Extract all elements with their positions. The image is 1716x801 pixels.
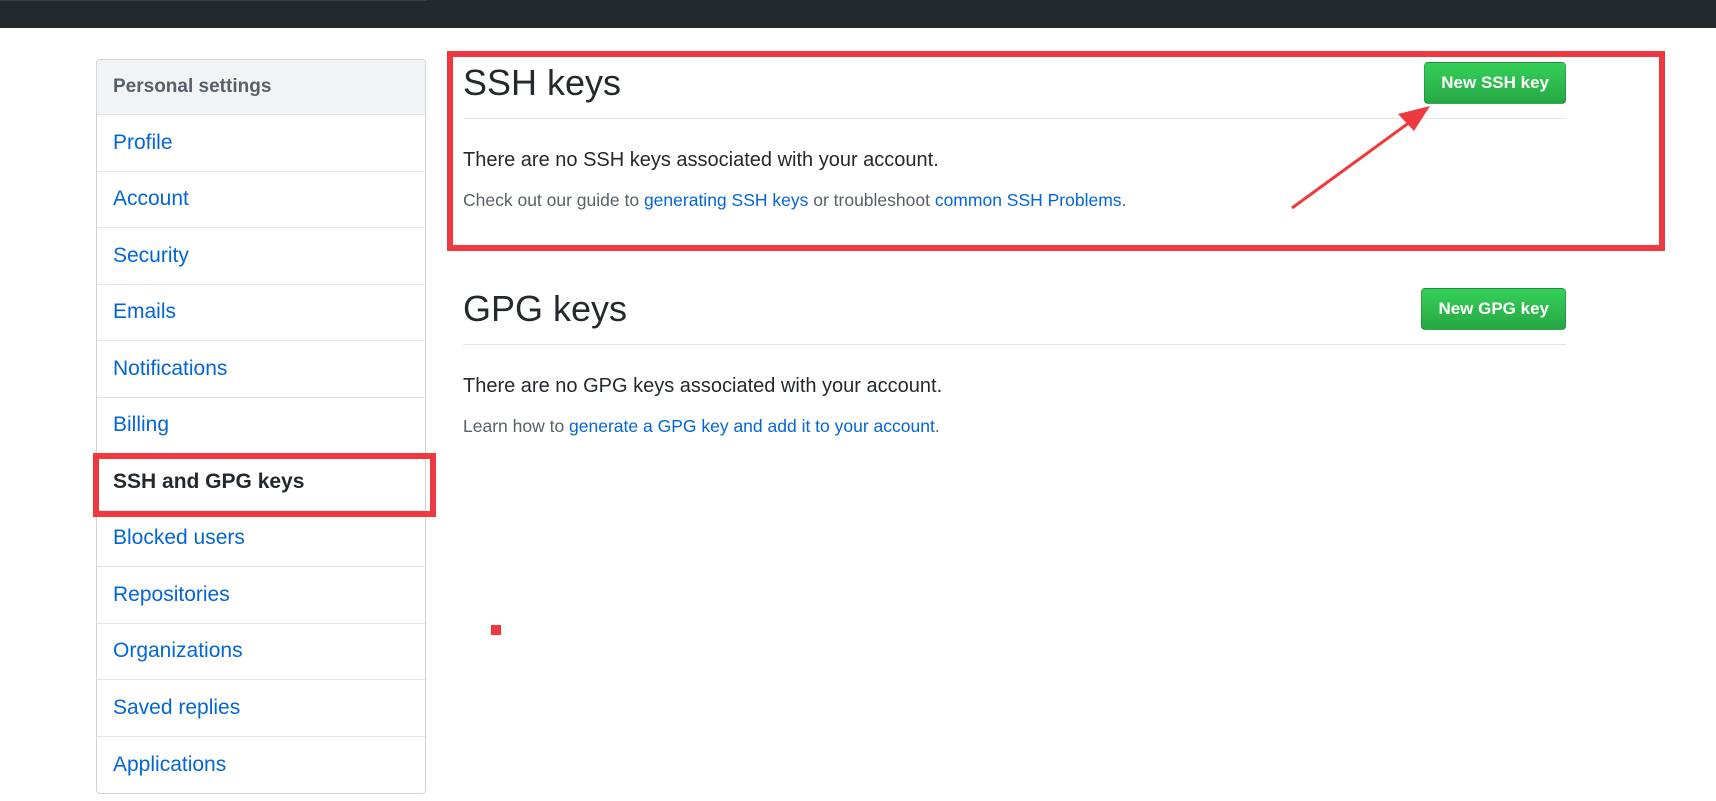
gpg-help-prefix: Learn how to bbox=[463, 416, 570, 436]
ssh-keys-blank-message: There are no SSH keys associated with yo… bbox=[463, 149, 939, 171]
gpg-help-suffix: . bbox=[934, 416, 940, 436]
gpg-keys-blank-message: There are no GPG keys associated with yo… bbox=[463, 375, 943, 397]
sidebar-item-applications[interactable]: Applications bbox=[97, 737, 425, 794]
gpg-keys-help-text: Learn how to generate a GPG key and add … bbox=[463, 416, 1566, 437]
generating-ssh-keys-link[interactable]: generating SSH keys bbox=[644, 190, 808, 210]
sidebar-item-repositories[interactable]: Repositories bbox=[97, 567, 425, 624]
sidebar-item-organizations[interactable]: Organizations bbox=[97, 624, 425, 680]
ssh-help-suffix: . bbox=[1121, 190, 1127, 210]
gpg-keys-header: GPG keys New GPG key bbox=[463, 288, 1566, 345]
gpg-keys-title: GPG keys bbox=[463, 288, 628, 329]
ssh-keys-title: SSH keys bbox=[463, 62, 622, 103]
top-navigation-bar bbox=[0, 0, 1716, 28]
sidebar-item-notifications[interactable]: Notifications bbox=[97, 341, 425, 398]
sidebar-item-security[interactable]: Security bbox=[97, 228, 425, 285]
settings-sidebar: Personal settings Profile Account Securi… bbox=[96, 59, 426, 794]
annotation-dot bbox=[491, 625, 501, 635]
new-gpg-key-button[interactable]: New GPG key bbox=[1421, 288, 1566, 330]
sidebar-header: Personal settings bbox=[97, 60, 425, 115]
new-ssh-key-button[interactable]: New SSH key bbox=[1424, 62, 1566, 104]
gpg-keys-section: GPG keys New GPG key There are no GPG ke… bbox=[463, 288, 1566, 437]
ssh-help-prefix: Check out our guide to bbox=[463, 190, 644, 210]
sidebar-item-saved-replies[interactable]: Saved replies bbox=[97, 680, 425, 737]
sidebar-item-billing[interactable]: Billing bbox=[97, 398, 425, 454]
sidebar-item-profile[interactable]: Profile bbox=[97, 115, 425, 172]
ssh-keys-help-text: Check out our guide to generating SSH ke… bbox=[463, 190, 1566, 211]
sidebar-item-blocked-users[interactable]: Blocked users bbox=[97, 511, 425, 567]
sidebar-item-account[interactable]: Account bbox=[97, 172, 425, 228]
ssh-help-middle: or troubleshoot bbox=[808, 190, 935, 210]
sidebar-item-ssh-gpg-keys[interactable]: SSH and GPG keys bbox=[97, 454, 425, 511]
ssh-keys-header: SSH keys New SSH key bbox=[463, 62, 1566, 119]
ssh-keys-section: SSH keys New SSH key There are no SSH ke… bbox=[463, 62, 1566, 211]
sidebar-item-emails[interactable]: Emails bbox=[97, 285, 425, 341]
generate-gpg-key-link[interactable]: generate a GPG key and add it to your ac… bbox=[569, 416, 935, 436]
common-ssh-problems-link[interactable]: common SSH Problems bbox=[935, 190, 1122, 210]
topbar-divider bbox=[0, 0, 427, 1]
